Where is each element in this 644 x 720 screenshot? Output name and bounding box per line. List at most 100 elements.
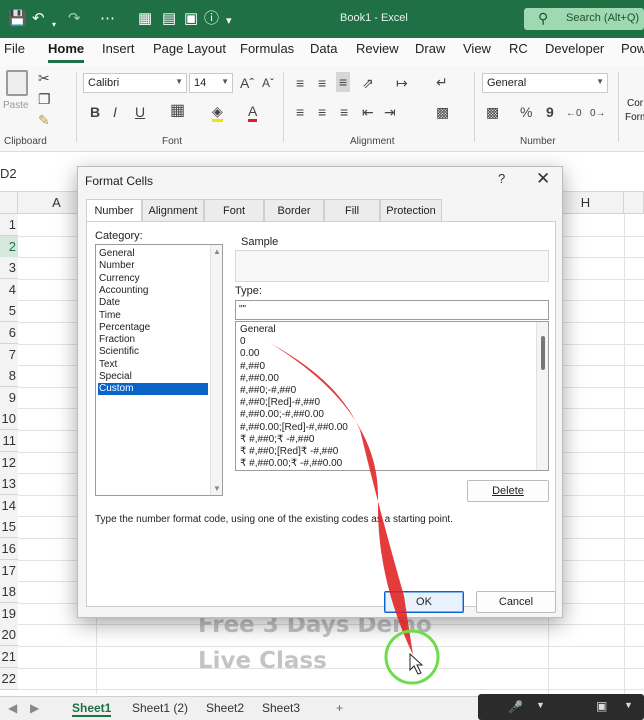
align-right-icon[interactable]: ≡: [340, 104, 348, 120]
number-format-combo[interactable]: General ▼: [482, 73, 608, 93]
format-code-item[interactable]: General: [240, 324, 276, 336]
row-header[interactable]: 21: [0, 646, 18, 668]
tab-alignment[interactable]: Alignment: [142, 199, 204, 221]
tab-view[interactable]: View: [463, 41, 491, 60]
delete-button[interactable]: Delete: [467, 480, 549, 502]
type-input[interactable]: "": [235, 300, 549, 320]
tab-protection[interactable]: Protection: [380, 199, 442, 221]
table-icon[interactable]: ▤: [162, 10, 176, 28]
underline-button[interactable]: U: [135, 104, 145, 120]
format-code-item[interactable]: #,##0.00;[Red]-#,##0.00: [240, 422, 348, 434]
align-top-icon[interactable]: ≡: [296, 75, 304, 91]
format-code-item[interactable]: #,##0;[Red]-#,##0: [240, 397, 320, 409]
category-item[interactable]: Percentage: [98, 322, 208, 334]
ok-button[interactable]: OK: [384, 591, 464, 613]
tab-border[interactable]: Border: [264, 199, 324, 221]
align-bottom-icon[interactable]: ≡: [336, 72, 351, 92]
tab-draw[interactable]: Draw: [415, 41, 445, 60]
help-button[interactable]: ?: [498, 171, 505, 186]
format-code-item[interactable]: #,##0.00;-#,##0.00: [240, 409, 324, 421]
cancel-button[interactable]: Cancel: [476, 591, 556, 613]
row-header[interactable]: 15: [0, 516, 18, 539]
column-header-i[interactable]: [624, 192, 644, 214]
italic-button[interactable]: I: [113, 104, 117, 120]
decrease-indent-icon[interactable]: ⇤: [362, 104, 374, 120]
category-item[interactable]: Number: [98, 260, 208, 272]
tab-fill[interactable]: Fill: [324, 199, 380, 221]
format-code-item[interactable]: #,##0: [240, 361, 265, 373]
format-code-item[interactable]: #,##0;-#,##0: [240, 385, 296, 397]
fill-color-icon[interactable]: ◈: [212, 103, 223, 122]
copy-icon[interactable]: ❐: [38, 91, 51, 107]
row-header[interactable]: 2: [0, 235, 18, 258]
grow-font-icon[interactable]: Aˆ: [240, 75, 254, 91]
scroll-right-icon[interactable]: ▶: [30, 701, 39, 715]
increase-decimal-icon[interactable]: ←0: [566, 106, 582, 122]
add-sheet-button[interactable]: +: [336, 701, 343, 715]
category-item[interactable]: Time: [98, 310, 208, 322]
row-header[interactable]: 17: [0, 559, 18, 582]
tab-page-layout[interactable]: Page Layout: [153, 41, 226, 60]
help-icon[interactable]: ⓘ: [204, 10, 219, 28]
font-color-icon[interactable]: A: [248, 103, 258, 122]
align-left-icon[interactable]: ≡: [296, 104, 304, 120]
microphone-icon[interactable]: 🎤: [508, 700, 523, 714]
row-header[interactable]: 6: [0, 322, 18, 344]
comma-style-button[interactable]: 9: [546, 104, 554, 120]
tab-power[interactable]: Pow: [621, 41, 644, 60]
sheet-tab-sheet1-2[interactable]: Sheet1 (2): [132, 701, 188, 715]
format-code-item[interactable]: 0.00: [240, 348, 259, 360]
format-code-list[interactable]: General 0 0.00 #,##0 #,##0.00 #,##0;-#,##0 #,#…: [235, 321, 549, 471]
close-button[interactable]: ✕: [536, 169, 550, 189]
accounting-format-icon[interactable]: ▩: [486, 104, 499, 120]
wrap-text-icon[interactable]: ↵: [436, 74, 448, 90]
row-header[interactable]: 12: [0, 451, 18, 474]
form-icon[interactable]: ▦: [138, 10, 152, 28]
scroll-left-icon[interactable]: ◀: [8, 701, 17, 715]
format-code-item[interactable]: ₹ #,##0.00;₹ -#,##0.00: [240, 458, 342, 470]
search-box[interactable]: ⚲ Search (Alt+Q): [524, 8, 644, 30]
category-item[interactable]: Currency: [98, 273, 208, 285]
tab-file[interactable]: File: [4, 41, 25, 60]
borders-icon[interactable]: ▦: [170, 103, 185, 119]
increase-indent-icon[interactable]: ⇥: [384, 104, 396, 120]
row-header[interactable]: 20: [0, 624, 18, 647]
row-header[interactable]: 7: [0, 343, 18, 366]
customize-icon[interactable]: ▾: [226, 12, 232, 30]
paste-icon[interactable]: [6, 70, 28, 96]
camera-icon[interactable]: ▣: [184, 10, 198, 28]
camera-off-icon[interactable]: ▣: [596, 699, 607, 713]
format-code-item[interactable]: 0: [240, 336, 246, 348]
cut-icon[interactable]: ✂: [38, 70, 50, 86]
tab-insert[interactable]: Insert: [102, 41, 135, 60]
conditional-format-label-2[interactable]: Form: [625, 112, 644, 123]
borders-icon[interactable]: ⋯: [100, 10, 115, 28]
tab-rc[interactable]: RC: [509, 41, 528, 60]
align-middle-icon[interactable]: ≡: [318, 75, 326, 91]
category-scrollbar[interactable]: ▲ ▼: [210, 245, 222, 495]
category-item[interactable]: Accounting: [98, 285, 208, 297]
row-header[interactable]: 11: [0, 430, 18, 452]
row-header[interactable]: 16: [0, 538, 18, 560]
name-box[interactable]: D2: [0, 166, 17, 181]
conditional-format-label[interactable]: Cor: [627, 98, 643, 109]
bold-button[interactable]: B: [90, 104, 100, 120]
font-size-combo[interactable]: 14 ▼: [189, 73, 233, 93]
rtl-icon[interactable]: ↦: [396, 75, 408, 91]
tab-home[interactable]: Home: [48, 41, 85, 63]
chevron-down-icon[interactable]: ▾: [52, 16, 56, 34]
sheet-tab-sheet3[interactable]: Sheet3: [262, 701, 300, 715]
select-all-corner[interactable]: [0, 192, 18, 214]
tab-developer[interactable]: Developer: [545, 41, 604, 60]
category-list[interactable]: General Number Currency Accounting Date Time P…: [95, 244, 223, 496]
category-item[interactable]: Text: [98, 359, 208, 371]
format-code-item[interactable]: ₹ #,##0;₹ -#,##0: [240, 434, 314, 446]
chevron-down-icon[interactable]: ▼: [536, 700, 545, 710]
tab-number[interactable]: Number: [86, 199, 142, 222]
tab-review[interactable]: Review: [356, 41, 399, 60]
tab-formulas[interactable]: Formulas: [240, 41, 294, 60]
row-header[interactable]: 1: [0, 214, 18, 236]
row-header[interactable]: 8: [0, 365, 18, 388]
tab-font[interactable]: Font: [204, 199, 264, 221]
scroll-down-icon[interactable]: ▼: [213, 484, 221, 493]
